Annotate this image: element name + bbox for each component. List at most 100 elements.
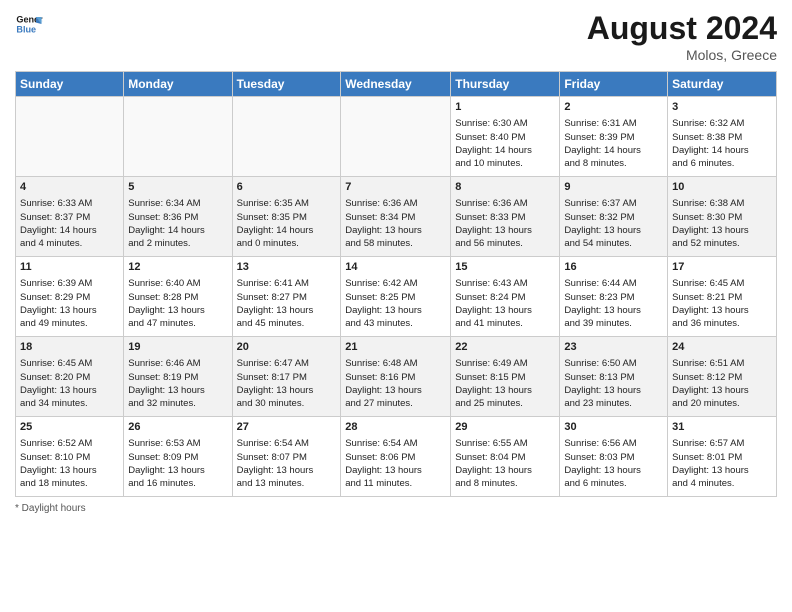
day-info: Sunrise: 6:30 AM <box>455 117 555 130</box>
day-info: Sunset: 8:37 PM <box>20 211 119 224</box>
day-info: Sunrise: 6:48 AM <box>345 357 446 370</box>
page: General Blue August 2024 Molos, Greece S… <box>0 0 792 524</box>
day-cell: 26Sunrise: 6:53 AMSunset: 8:09 PMDayligh… <box>124 417 232 497</box>
day-info: and 4 minutes. <box>20 237 119 250</box>
day-info: Daylight: 13 hours <box>672 464 772 477</box>
day-info: Sunrise: 6:31 AM <box>564 117 663 130</box>
day-cell <box>341 97 451 177</box>
day-info: and 56 minutes. <box>455 237 555 250</box>
day-info: and 36 minutes. <box>672 317 772 330</box>
day-info: Sunrise: 6:57 AM <box>672 437 772 450</box>
day-number: 6 <box>237 180 337 195</box>
month-year: August 2024 <box>587 10 777 47</box>
day-info: Sunrise: 6:34 AM <box>128 197 227 210</box>
day-info: and 16 minutes. <box>128 477 227 490</box>
day-number: 26 <box>128 420 227 435</box>
day-info: Sunrise: 6:47 AM <box>237 357 337 370</box>
day-info: Daylight: 13 hours <box>237 304 337 317</box>
day-cell <box>16 97 124 177</box>
day-info: Daylight: 13 hours <box>672 384 772 397</box>
day-cell: 17Sunrise: 6:45 AMSunset: 8:21 PMDayligh… <box>668 257 777 337</box>
day-info: and 6 minutes. <box>672 157 772 170</box>
day-info: and 6 minutes. <box>564 477 663 490</box>
day-number: 30 <box>564 420 663 435</box>
day-number: 21 <box>345 340 446 355</box>
day-info: Daylight: 13 hours <box>455 224 555 237</box>
day-cell: 11Sunrise: 6:39 AMSunset: 8:29 PMDayligh… <box>16 257 124 337</box>
day-info: Sunset: 8:19 PM <box>128 371 227 384</box>
col-header-monday: Monday <box>124 72 232 97</box>
day-info: Sunset: 8:30 PM <box>672 211 772 224</box>
day-number: 8 <box>455 180 555 195</box>
day-info: Sunset: 8:01 PM <box>672 451 772 464</box>
day-info: Sunrise: 6:32 AM <box>672 117 772 130</box>
day-info: Sunset: 8:15 PM <box>455 371 555 384</box>
day-info: Sunrise: 6:46 AM <box>128 357 227 370</box>
day-info: and 25 minutes. <box>455 397 555 410</box>
day-info: and 2 minutes. <box>128 237 227 250</box>
day-info: Sunset: 8:27 PM <box>237 291 337 304</box>
day-cell: 2Sunrise: 6:31 AMSunset: 8:39 PMDaylight… <box>560 97 668 177</box>
day-info: Sunset: 8:33 PM <box>455 211 555 224</box>
day-info: Sunrise: 6:36 AM <box>455 197 555 210</box>
day-info: Daylight: 14 hours <box>128 224 227 237</box>
week-row-4: 18Sunrise: 6:45 AMSunset: 8:20 PMDayligh… <box>16 337 777 417</box>
header: General Blue August 2024 Molos, Greece <box>15 10 777 63</box>
col-header-tuesday: Tuesday <box>232 72 341 97</box>
day-cell: 27Sunrise: 6:54 AMSunset: 8:07 PMDayligh… <box>232 417 341 497</box>
day-cell: 31 Sunrise: 6:57 AMSunset: 8:01 PMDayligh… <box>668 417 777 497</box>
day-info: Daylight: 13 hours <box>128 464 227 477</box>
day-info: Sunset: 8:09 PM <box>128 451 227 464</box>
day-cell <box>124 97 232 177</box>
day-number: 20 <box>237 340 337 355</box>
day-info: Sunset: 8:39 PM <box>564 131 663 144</box>
day-number: 27 <box>237 420 337 435</box>
footer: * Daylight hours <box>15 503 777 514</box>
day-cell <box>232 97 341 177</box>
day-info: Daylight: 14 hours <box>564 144 663 157</box>
day-info: and 8 minutes. <box>564 157 663 170</box>
day-info: Sunset: 8:25 PM <box>345 291 446 304</box>
day-cell: 3Sunrise: 6:32 AMSunset: 8:38 PMDaylight… <box>668 97 777 177</box>
day-number: 3 <box>672 100 772 115</box>
day-number: 9 <box>564 180 663 195</box>
day-info: Sunrise: 6:50 AM <box>564 357 663 370</box>
day-info: and 23 minutes. <box>564 397 663 410</box>
day-info: Sunrise: 6:45 AM <box>672 277 772 290</box>
week-row-1: 1Sunrise: 6:30 AMSunset: 8:40 PMDaylight… <box>16 97 777 177</box>
day-cell: 14Sunrise: 6:42 AMSunset: 8:25 PMDayligh… <box>341 257 451 337</box>
calendar-table: SundayMondayTuesdayWednesdayThursdayFrid… <box>15 71 777 497</box>
day-info: Daylight: 13 hours <box>564 304 663 317</box>
day-info: Sunrise: 6:40 AM <box>128 277 227 290</box>
day-info: Sunrise: 6:49 AM <box>455 357 555 370</box>
day-info: Sunrise: 6:37 AM <box>564 197 663 210</box>
day-number: 17 <box>672 260 772 275</box>
day-info: Daylight: 13 hours <box>564 384 663 397</box>
day-info: Daylight: 13 hours <box>128 384 227 397</box>
day-info: Daylight: 13 hours <box>672 224 772 237</box>
day-number: 31 <box>672 420 772 435</box>
day-info: Sunset: 8:28 PM <box>128 291 227 304</box>
day-info: and 30 minutes. <box>237 397 337 410</box>
day-info: Sunrise: 6:44 AM <box>564 277 663 290</box>
day-cell: 5Sunrise: 6:34 AMSunset: 8:36 PMDaylight… <box>124 177 232 257</box>
location: Molos, Greece <box>587 47 777 63</box>
day-cell: 21Sunrise: 6:48 AMSunset: 8:16 PMDayligh… <box>341 337 451 417</box>
day-info: Daylight: 13 hours <box>455 464 555 477</box>
day-info: and 0 minutes. <box>237 237 337 250</box>
day-info: and 34 minutes. <box>20 397 119 410</box>
day-info: Daylight: 13 hours <box>345 304 446 317</box>
day-number: 22 <box>455 340 555 355</box>
day-info: Daylight: 13 hours <box>237 384 337 397</box>
day-number: 1 <box>455 100 555 115</box>
day-cell: 12Sunrise: 6:40 AMSunset: 8:28 PMDayligh… <box>124 257 232 337</box>
day-cell: 4Sunrise: 6:33 AMSunset: 8:37 PMDaylight… <box>16 177 124 257</box>
day-info: Sunrise: 6:39 AM <box>20 277 119 290</box>
day-info: and 4 minutes. <box>672 477 772 490</box>
week-row-3: 11Sunrise: 6:39 AMSunset: 8:29 PMDayligh… <box>16 257 777 337</box>
day-cell: 9Sunrise: 6:37 AMSunset: 8:32 PMDaylight… <box>560 177 668 257</box>
day-info: Sunrise: 6:35 AM <box>237 197 337 210</box>
day-info: and 10 minutes. <box>455 157 555 170</box>
logo: General Blue <box>15 10 43 38</box>
day-number: 13 <box>237 260 337 275</box>
